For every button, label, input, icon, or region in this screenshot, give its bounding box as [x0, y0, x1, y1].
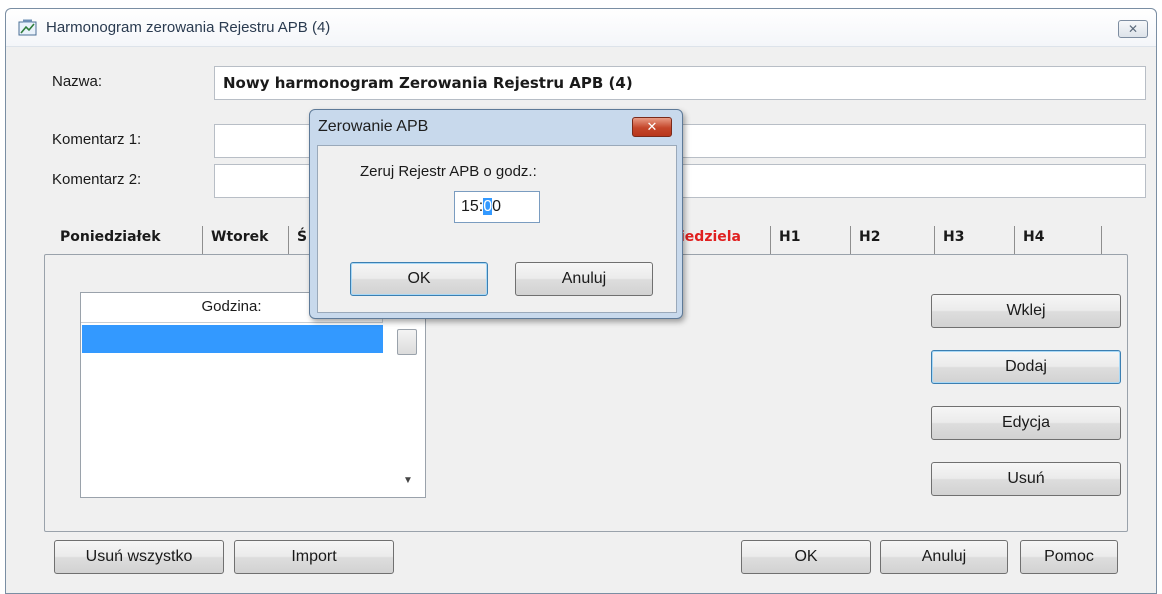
close-icon: ✕ — [1127, 22, 1139, 36]
comment2-label: Komentarz 2: — [52, 171, 142, 188]
dialog-ok-button[interactable]: OK — [350, 262, 488, 296]
comment1-label: Komentarz 1: — [52, 131, 142, 148]
time-list[interactable]: Godzina: ▼ — [80, 292, 426, 498]
delete-all-button[interactable]: Usuń wszystko — [54, 540, 224, 574]
cancel-button[interactable]: Anuluj — [880, 540, 1008, 574]
import-button[interactable]: Import — [234, 540, 394, 574]
add-button[interactable]: Dodaj — [931, 350, 1121, 384]
tab-monday[interactable]: Poniedziałek — [52, 226, 161, 256]
list-item[interactable] — [82, 325, 383, 353]
close-icon: ✕ — [646, 119, 658, 134]
schedule-app-icon — [18, 19, 38, 37]
dialog-prompt: Zeruj Rejestr APB o godz.: — [360, 163, 537, 180]
delete-button[interactable]: Usuń — [931, 462, 1121, 496]
time-input[interactable]: 15:00 — [454, 191, 540, 223]
tab-h1[interactable]: H1 — [770, 226, 800, 256]
dialog-title: Zerowanie APB — [318, 118, 429, 135]
tab-h4[interactable]: H4 — [1014, 226, 1102, 256]
tab-h3[interactable]: H3 — [934, 226, 964, 256]
tab-wednesday[interactable]: Ś — [288, 226, 307, 256]
dialog-close-button[interactable]: ✕ — [632, 117, 672, 137]
reset-time-dialog: Zerowanie APB ✕ Zeruj Rejestr APB o godz… — [309, 109, 683, 319]
paste-button[interactable]: Wklej — [931, 294, 1121, 328]
name-label: Nazwa: — [52, 73, 103, 90]
scrollbar-thumb[interactable] — [397, 329, 417, 355]
window-close-button[interactable]: ✕ — [1118, 20, 1148, 38]
edit-button[interactable]: Edycja — [931, 406, 1121, 440]
time-rest: 0 — [492, 198, 502, 215]
scroll-down-arrow-icon[interactable]: ▼ — [401, 475, 415, 487]
dialog-body: Zeruj Rejestr APB o godz.: 15:00 OK Anul… — [317, 145, 677, 313]
help-button[interactable]: Pomoc — [1020, 540, 1118, 574]
dialog-cancel-button[interactable]: Anuluj — [515, 262, 653, 296]
name-field[interactable]: Nowy harmonogram Zerowania Rejestru APB … — [214, 66, 1146, 100]
tab-tuesday[interactable]: Wtorek — [202, 226, 268, 256]
title-bar[interactable]: Harmonogram zerowania Rejestru APB (4) ✕ — [6, 9, 1156, 47]
ok-button[interactable]: OK — [741, 540, 871, 574]
time-hours: 15: — [461, 198, 484, 215]
tab-h2[interactable]: H2 — [850, 226, 880, 256]
window-title: Harmonogram zerowania Rejestru APB (4) — [46, 19, 331, 36]
time-selected-digit: 0 — [483, 198, 493, 215]
